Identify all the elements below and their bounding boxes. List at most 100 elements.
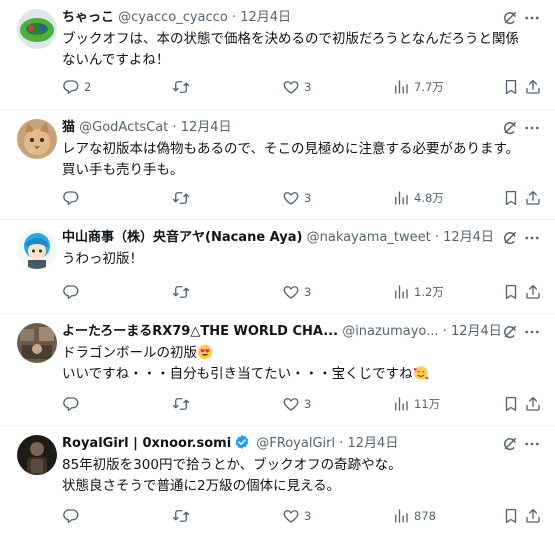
author-name[interactable]: RoyalGirl | 0xnoor.somi [62,436,231,451]
tweet-date[interactable]: 12月4日 [181,120,232,135]
verified-badge-icon [235,435,249,449]
tweet-header: RoyalGirl | 0xnoor.somi @FRoyalGirl · 12… [62,434,521,454]
like-count: 3 [304,509,312,523]
tweet-header: よーたろーまるRX79△THE WORLD CHA... @inazumayo.… [62,322,521,342]
tweet-text-line: 85年初版を300円で拾うとか、ブックオフの奇跡やな。 [62,457,402,473]
action-bar: 3 878 [62,506,541,526]
action-bar: 2 3 7.7万 [62,77,541,97]
author-handle[interactable]: @GodActsCat [79,120,168,135]
tweet-text: レアな初版本は偽物もあるので、そこの見極めに注意する必要があります。 買い手も売… [62,139,541,181]
tweet-item[interactable]: RoyalGirl | 0xnoor.somi @FRoyalGirl · 12… [0,426,555,533]
tweet-text-line: ブックオフは、本の状態で価格を決めるので初版だろうとなんだろうと関係 [62,31,519,47]
separator: · [339,436,344,451]
like-count: 3 [304,397,312,411]
tweet-date[interactable]: 12月4日 [451,324,502,339]
action-bar: 3 11万 [62,394,541,414]
tweet-text-line: いいですね・・・自分も引き当てたい・・・宝くじですね [62,366,413,382]
views-icon [392,283,410,301]
tweet-item[interactable]: ちゃっこ @cyacco_cyacco · 12月4日 ブックオフは、本の状態で… [0,0,555,110]
views-icon [392,189,410,207]
bookmark-icon [502,395,520,413]
avatar[interactable] [17,435,57,475]
like-count: 3 [304,285,312,299]
tweet-header: 猫 @GodActsCat · 12月4日 [62,118,521,138]
heart-icon [282,189,300,207]
view-count: 4.8万 [414,191,444,205]
share-icon [524,189,542,207]
grok-icon[interactable] [501,9,519,27]
tweet-item[interactable]: 中山商事（株）央音アヤ(Nacane Aya) @nakayama_tweet … [0,220,555,314]
grok-icon[interactable] [501,119,519,137]
view-count: 7.7万 [414,80,444,94]
author-handle[interactable]: @cyacco_cyacco [118,10,228,25]
reply-icon [62,507,80,525]
heart-icon [282,507,300,525]
smiling-face-with-hearts-emoji [413,366,429,380]
views-icon [392,78,410,96]
retweet-icon [172,283,190,301]
reply-feed: ちゃっこ @cyacco_cyacco · 12月4日 ブックオフは、本の状態で… [0,0,555,533]
heart-icon [282,283,300,301]
more-icon[interactable] [523,119,541,137]
like-count: 3 [304,191,312,205]
more-icon[interactable] [523,229,541,247]
reply-icon [62,189,80,207]
avatar[interactable] [17,323,57,363]
separator: · [172,120,177,135]
retweet-icon [172,78,190,96]
tweet-text-line: 状態良さそうで普通に2万級の個体に見える。 [62,478,341,494]
author-name[interactable]: 猫 [62,120,75,135]
avatar[interactable] [17,229,57,269]
more-icon[interactable] [523,323,541,341]
bookmark-icon [502,507,520,525]
author-handle[interactable]: @nakayama_tweet [307,230,431,245]
heart-icon [282,395,300,413]
share-icon [524,507,542,525]
tweet-item[interactable]: 猫 @GodActsCat · 12月4日 レアな初版本は偽物もあるので、そこの… [0,110,555,220]
tweet-date[interactable]: 12月4日 [443,230,494,245]
tweet-date[interactable]: 12月4日 [240,10,291,25]
author-name[interactable]: 中山商事（株）央音アヤ(Nacane Aya) [62,230,302,245]
reply-icon [62,395,80,413]
bookmark-icon [502,283,520,301]
share-icon [524,395,542,413]
tweet-text-line: うわっ初版！ [62,251,143,267]
separator: · [442,324,447,339]
heart-eyes-emoji [197,344,213,360]
action-bar: 3 4.8万 [62,188,541,208]
tweet-text-line: ドラゴンボールの初版 [62,345,197,361]
tweet-text-line: ないんですよね！ [62,52,170,68]
tweet-header: ちゃっこ @cyacco_cyacco · 12月4日 [62,8,521,28]
grok-icon[interactable] [501,435,519,453]
reply-icon [62,78,80,96]
heart-icon [282,78,300,96]
author-handle[interactable]: @inazumayo... [342,324,438,339]
views-icon [392,395,410,413]
bookmark-icon [502,189,520,207]
tweet-date[interactable]: 12月4日 [348,436,399,451]
author-handle[interactable]: @FRoyalGirl [256,436,335,451]
share-icon [524,78,542,96]
avatar[interactable] [17,9,57,49]
author-name[interactable]: ちゃっこ [62,10,114,25]
tweet-item[interactable]: よーたろーまるRX79△THE WORLD CHA... @inazumayo.… [0,314,555,426]
separator: · [231,10,237,25]
tweet-text: 85年初版を300円で拾うとか、ブックオフの奇跡やな。 状態良さそうで普通に2万… [62,455,541,497]
tweet-text-line: 買い手も売り手も。 [62,162,184,178]
author-name[interactable]: よーたろーまるRX79△THE WORLD CHA... [62,324,338,339]
more-icon[interactable] [523,9,541,27]
retweet-icon [172,189,190,207]
grok-icon[interactable] [501,323,519,341]
view-count: 1.2万 [414,285,444,299]
grok-icon[interactable] [501,229,519,247]
tweet-text-line: レアな初版本は偽物もあるので、そこの見極めに注意する必要があります。 [62,141,520,157]
tweet-text: うわっ初版！ [62,249,541,270]
reply-count: 2 [84,80,92,94]
avatar[interactable] [17,119,57,159]
reply-icon [62,283,80,301]
tweet-text: ブックオフは、本の状態で価格を決めるので初版だろうとなんだろうと関係 ないんです… [62,29,541,71]
views-icon [392,507,410,525]
more-icon[interactable] [523,435,541,453]
bookmark-icon [502,78,520,96]
action-bar: 3 1.2万 [62,282,541,302]
